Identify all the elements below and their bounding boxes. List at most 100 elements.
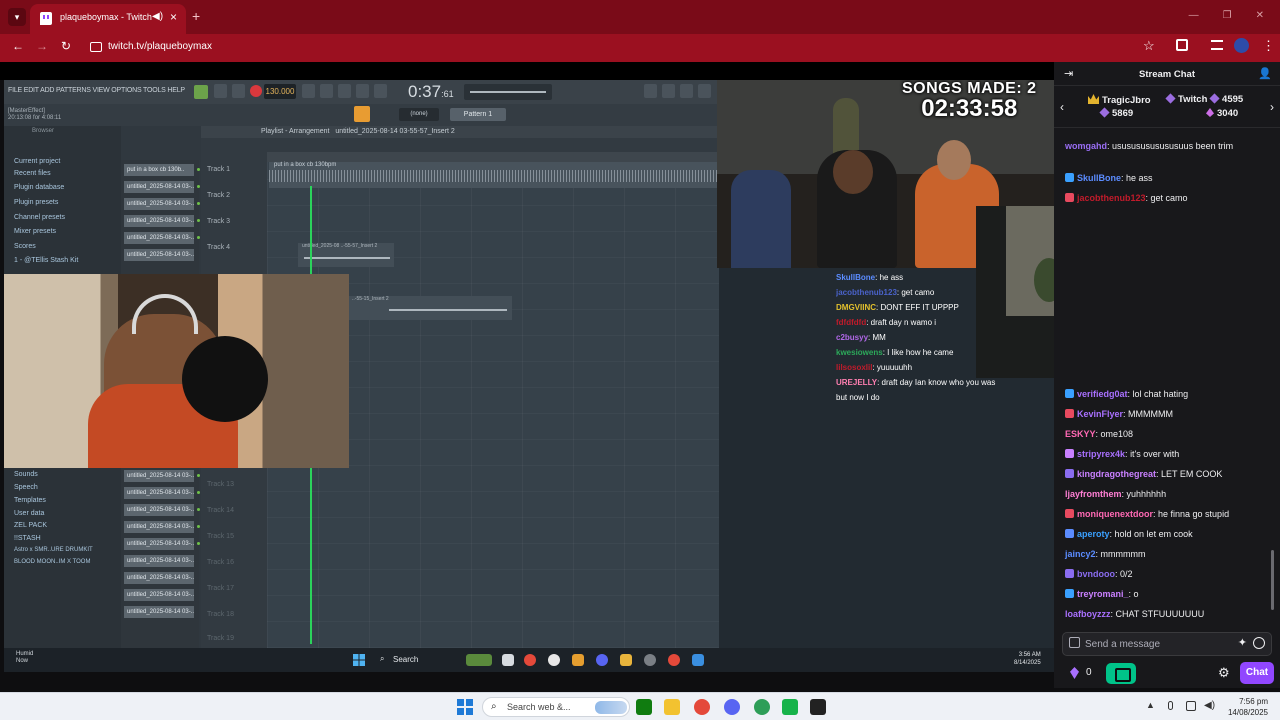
chat-username[interactable]: ljayfromthem <box>1065 489 1122 499</box>
chat-message[interactable]: moniquenextdoor: he finna go stupid <box>1065 508 1269 521</box>
chat-message[interactable]: aperoty: hold on let em cook <box>1065 528 1269 541</box>
chat-username[interactable]: jaincy2 <box>1065 549 1096 559</box>
file-icon <box>502 654 514 666</box>
chat-message[interactable]: jaincy2: mmmmmm <box>1065 548 1269 561</box>
fl-browser-item: Sounds <box>14 471 38 478</box>
star-icon[interactable]: ☆ <box>1143 38 1155 54</box>
chat-message[interactable]: kingdragothegreat: LET EM COOK <box>1065 468 1269 481</box>
chat-username[interactable]: verifiedg0at <box>1077 389 1128 399</box>
app-icon[interactable] <box>810 699 826 715</box>
chat-username[interactable]: kingdragothegreat <box>1077 469 1156 479</box>
window-close-icon[interactable]: ✕ <box>1256 10 1264 21</box>
chat-badge-icon[interactable] <box>1069 637 1080 648</box>
chat-message-list[interactable]: womgahd: usususususususuus been trim Skul… <box>1054 136 1280 624</box>
extension-icon[interactable] <box>1176 39 1188 51</box>
chat-message[interactable]: bvndooo: 0/2 <box>1065 568 1269 581</box>
chat-message[interactable]: KevinFlyer: MMMMMM <box>1065 408 1269 421</box>
chat-badge-icon[interactable] <box>1065 409 1074 418</box>
chat-username[interactable]: bvndooo <box>1077 569 1115 579</box>
chat-badge-icon[interactable] <box>1065 529 1074 538</box>
back-icon[interactable]: ← <box>12 39 24 53</box>
plus-icon[interactable]: + <box>192 8 200 24</box>
chat-badge-icon[interactable] <box>1065 389 1074 398</box>
chat-username[interactable]: SkullBone <box>1077 173 1121 183</box>
chat-username[interactable]: womgahd <box>1065 141 1107 151</box>
fl-browser-item: Plugin presets <box>14 199 59 206</box>
tab-twitch[interactable]: plaqueboymax - Twitch ◀) × <box>30 4 186 34</box>
os-clock[interactable]: 7:56 pm 14/08/2025 <box>1224 696 1268 718</box>
site-info-icon[interactable] <box>90 42 102 52</box>
folder-icon[interactable] <box>664 699 680 715</box>
chat-input-box[interactable]: ✦ <box>1062 632 1272 656</box>
chat-scrollbar[interactable] <box>1271 550 1274 610</box>
cast-icon[interactable] <box>1211 40 1223 50</box>
chat-message[interactable]: loafboyzzz: CHAT STFUUUUUUU <box>1065 608 1269 621</box>
fl-browser-item: BLOOD MOON..IM X TOOM <box>14 559 91 565</box>
chat-username[interactable]: loafboyzzz <box>1065 609 1111 619</box>
chat-message[interactable]: ESKYY: ome108 <box>1065 428 1269 441</box>
os-search-placeholder: Search web &... <box>507 702 571 712</box>
microphone-icon[interactable] <box>1168 701 1173 710</box>
chrome-icon[interactable] <box>754 699 770 715</box>
xbox-icon[interactable] <box>636 699 652 715</box>
chat-username[interactable]: moniquenextdoor <box>1077 509 1153 519</box>
chat-badge-icon[interactable] <box>1065 509 1074 518</box>
chat-badge-icon[interactable] <box>1065 569 1074 578</box>
reload-icon[interactable]: ↻ <box>61 39 71 53</box>
chat-message[interactable]: womgahd: usususususususuus been trim <box>1065 140 1269 153</box>
chevron-up-icon[interactable]: ▲ <box>1146 700 1155 710</box>
app-icon[interactable] <box>782 699 798 715</box>
chevron-right-icon[interactable]: › <box>1270 100 1274 114</box>
maximize-icon[interactable]: ❐ <box>1223 10 1232 21</box>
chat-username[interactable]: KevinFlyer <box>1077 409 1123 419</box>
tab-list-dropdown[interactable]: ▾ <box>8 8 26 26</box>
chat-input[interactable] <box>1085 635 1225 653</box>
minimize-icon[interactable]: — <box>1189 10 1199 21</box>
video-player[interactable]: FILE EDIT ADD PATTERNS VIEW OPTIONS TOOL… <box>4 80 1054 672</box>
chat-message[interactable]: ljayfromthem: yuhhhhhh <box>1065 488 1269 501</box>
menu-icon[interactable]: ⋮ <box>1262 38 1275 54</box>
chat-username[interactable]: stripyrex4k <box>1077 449 1125 459</box>
settings-icon[interactable]: ⚙ <box>1218 665 1230 681</box>
discord-icon[interactable] <box>724 699 740 715</box>
leaderboard-entry[interactable]: TragicJbro <box>1088 94 1151 106</box>
fl-stop-button <box>232 84 245 98</box>
sparkle-icon[interactable]: ✦ <box>1238 636 1247 649</box>
os-search-box[interactable]: ⌕ Search web &... <box>482 697 630 717</box>
chat-message[interactable]: SkullBone: he ass <box>1065 172 1269 185</box>
close-icon[interactable]: × <box>170 10 177 24</box>
avatar[interactable] <box>1234 38 1249 53</box>
chat-username[interactable]: ESKYY <box>1065 429 1096 439</box>
chat-badge-icon[interactable] <box>1065 469 1074 478</box>
claim-points-button[interactable] <box>1106 663 1136 684</box>
leaderboard-entry[interactable]: Twitch 4595 <box>1165 93 1243 105</box>
fl-clip-label: ..-55-15_Insert 2 <box>352 296 389 302</box>
chat-username[interactable]: aperoty <box>1077 529 1110 539</box>
chat-message[interactable]: verifiedg0at: lol chat hating <box>1065 388 1269 401</box>
chat-send-button[interactable]: Chat <box>1240 662 1274 684</box>
fl-menu-bar: FILE EDIT ADD PATTERNS VIEW OPTIONS TOOL… <box>4 80 719 104</box>
chat-badge-icon[interactable] <box>1065 173 1074 182</box>
chat-username[interactable]: jacobthenub123 <box>1077 193 1146 203</box>
chat-username[interactable]: treyromani_ <box>1077 589 1129 599</box>
leaderboard-entry[interactable]: 5869 <box>1099 107 1133 119</box>
chat-badge-icon[interactable] <box>1065 193 1074 202</box>
windows-icon[interactable] <box>457 699 473 715</box>
chat-message[interactable]: treyromani_: o <box>1065 588 1269 601</box>
chevron-left-icon[interactable]: ‹ <box>1060 100 1064 114</box>
volume-icon[interactable]: ◀) <box>1204 700 1215 711</box>
emote-icon[interactable] <box>1253 637 1265 649</box>
network-icon[interactable] <box>1186 701 1196 711</box>
streamed-clock-time: 3:56 AM <box>1018 652 1041 658</box>
users-icon[interactable]: 👤 <box>1258 67 1272 80</box>
url-field[interactable]: twitch.tv/plaqueboymax <box>108 41 212 52</box>
chat-badge-icon[interactable] <box>1065 449 1074 458</box>
chat-message[interactable]: stripyrex4k: it's over with <box>1065 448 1269 461</box>
forward-icon[interactable]: → <box>36 39 48 53</box>
chrome-icon[interactable] <box>694 699 710 715</box>
chat-message[interactable]: jacobthenub123: get camo <box>1065 192 1269 205</box>
leaderboard-entry[interactable]: 3040 <box>1206 108 1238 119</box>
chat-badge-icon[interactable] <box>1065 589 1074 598</box>
speaker-icon[interactable]: ◀) <box>152 11 163 22</box>
webcam-streamer <box>976 206 1054 378</box>
